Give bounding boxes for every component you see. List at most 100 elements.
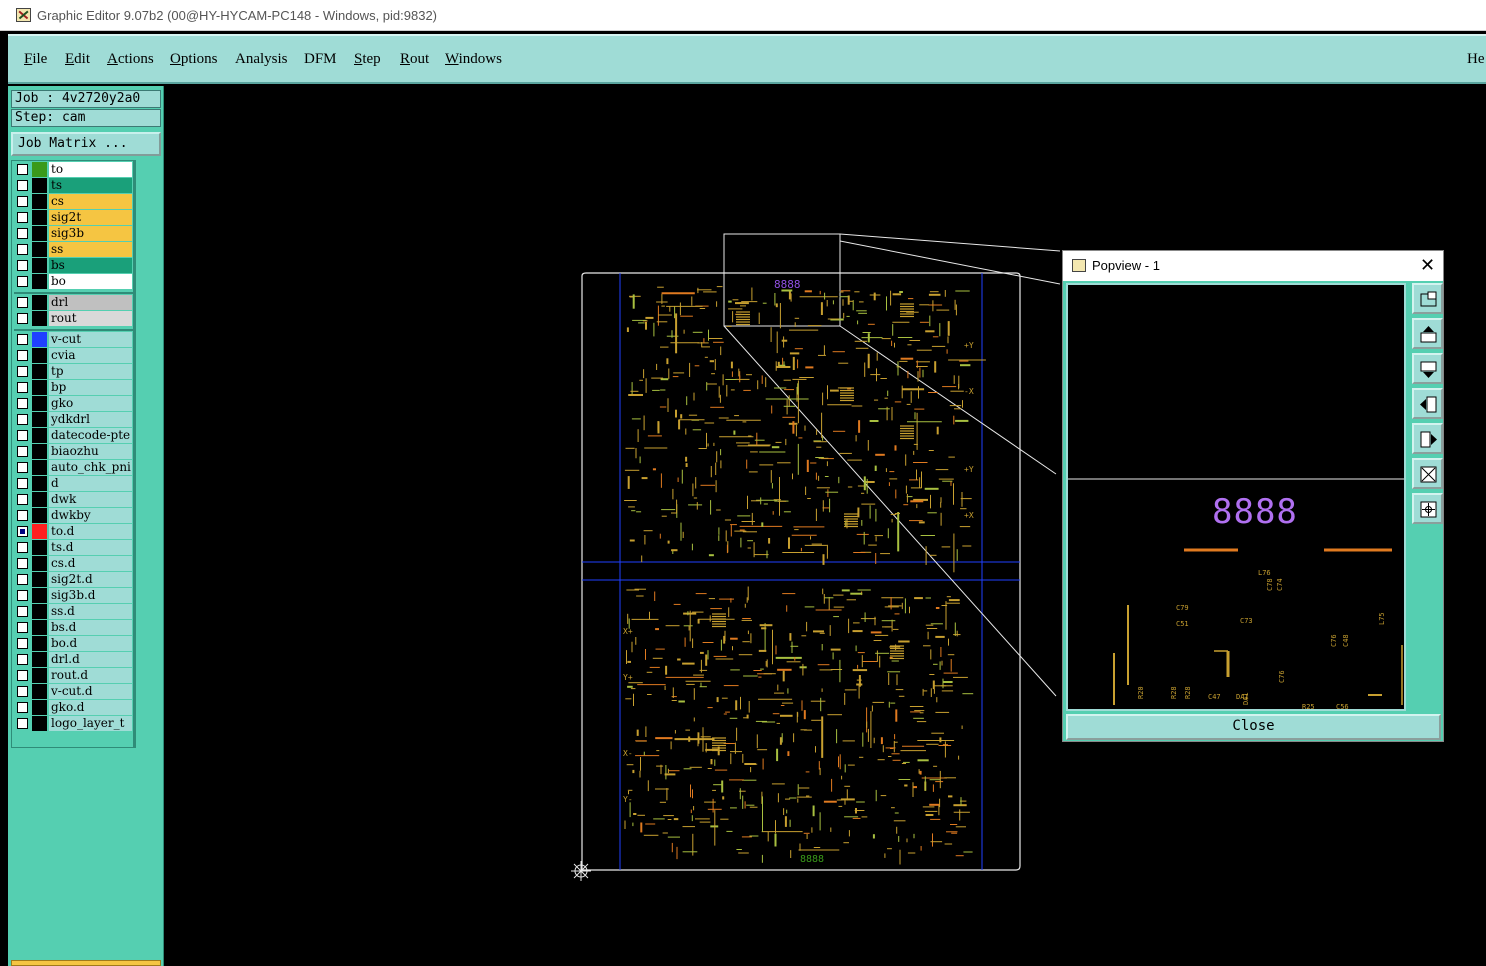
menu-step[interactable]: Step <box>354 51 381 68</box>
layer-color-swatch[interactable] <box>32 348 47 363</box>
layer-checkbox[interactable] <box>17 430 28 441</box>
layer-name[interactable]: ss <box>49 242 132 257</box>
layer-name[interactable]: sig2t.d <box>49 572 132 587</box>
layer-color-swatch[interactable] <box>32 332 47 347</box>
layer-color-swatch[interactable] <box>32 476 47 491</box>
layer-checkbox[interactable] <box>17 718 28 729</box>
layer-row[interactable]: to <box>14 162 135 177</box>
layer-name[interactable]: sig3b.d <box>49 588 132 603</box>
layer-row[interactable]: bo <box>14 274 135 289</box>
popview-close-button[interactable]: Close <box>1066 714 1441 740</box>
job-matrix-button[interactable]: Job Matrix ... <box>11 132 161 156</box>
layer-color-swatch[interactable] <box>32 258 47 273</box>
layer-row[interactable]: ts <box>14 178 135 193</box>
menu-options[interactable]: Options <box>170 51 218 68</box>
layer-row[interactable]: bo.d <box>14 636 135 651</box>
layer-checkbox[interactable] <box>17 574 28 585</box>
layer-name[interactable]: bo <box>49 274 132 289</box>
layer-row[interactable]: sig2t.d <box>14 572 135 587</box>
layer-checkbox[interactable] <box>17 398 28 409</box>
layer-row[interactable]: tp <box>14 364 135 379</box>
layer-name[interactable]: sig2t <box>49 210 132 225</box>
layer-name[interactable]: dwkby <box>49 508 132 523</box>
menu-dfm[interactable]: DFM <box>304 51 337 68</box>
layer-list[interactable]: to ts cs sig2t sig3b ss bs bo drl rout v-cut cvia tp… <box>11 160 136 748</box>
layer-color-swatch[interactable] <box>32 652 47 667</box>
layer-checkbox[interactable] <box>17 638 28 649</box>
layer-row[interactable]: bs <box>14 258 135 273</box>
layer-color-swatch[interactable] <box>32 178 47 193</box>
layer-color-swatch[interactable] <box>32 210 47 225</box>
menu-edit[interactable]: Edit <box>65 51 90 68</box>
layer-name[interactable]: cs <box>49 194 132 209</box>
layer-color-swatch[interactable] <box>32 380 47 395</box>
layer-row[interactable]: d <box>14 476 135 491</box>
layer-color-swatch[interactable] <box>32 295 47 310</box>
layer-checkbox[interactable] <box>17 686 28 697</box>
layer-checkbox[interactable] <box>17 228 28 239</box>
layer-color-swatch[interactable] <box>32 716 47 731</box>
layer-name[interactable]: biaozhu <box>49 444 132 459</box>
layer-checkbox[interactable] <box>17 244 28 255</box>
layer-color-swatch[interactable] <box>32 226 47 241</box>
layer-checkbox[interactable] <box>17 276 28 287</box>
layer-name[interactable]: rout.d <box>49 668 132 683</box>
layer-name[interactable]: v-cut.d <box>49 684 132 699</box>
layer-color-swatch[interactable] <box>32 620 47 635</box>
pan-up-button[interactable] <box>1412 318 1443 349</box>
layer-color-swatch[interactable] <box>32 460 47 475</box>
layer-name[interactable]: ydkdrl <box>49 412 132 427</box>
layer-color-swatch[interactable] <box>32 668 47 683</box>
popview-window[interactable]: Popview - 1 ✕ 8888 C78 C74 C79 C51 C73 C76 C48… <box>1062 250 1444 742</box>
layer-row[interactable]: bs.d <box>14 620 135 635</box>
layer-checkbox[interactable] <box>17 670 28 681</box>
layer-row[interactable]: auto_chk_pni <box>14 460 135 475</box>
popview-viewport[interactable]: 8888 C78 C74 C79 C51 C73 C76 C48 C76 R20 R28 R28 C4… <box>1066 283 1406 711</box>
layer-row[interactable]: v-cut <box>14 332 135 347</box>
layer-color-swatch[interactable] <box>32 162 47 177</box>
layer-color-swatch[interactable] <box>32 556 47 571</box>
layer-checkbox[interactable] <box>17 702 28 713</box>
layer-checkbox[interactable] <box>17 622 28 633</box>
layer-color-swatch[interactable] <box>32 444 47 459</box>
layer-name[interactable]: tp <box>49 364 132 379</box>
layer-row[interactable]: ydkdrl <box>14 412 135 427</box>
layer-checkbox[interactable] <box>17 526 28 537</box>
layer-checkbox[interactable] <box>17 164 28 175</box>
layer-row[interactable]: to.d <box>14 524 135 539</box>
menu-help[interactable]: He <box>1467 51 1485 68</box>
layer-row[interactable]: rout <box>14 311 135 326</box>
pan-down-button[interactable] <box>1412 353 1443 384</box>
layer-color-swatch[interactable] <box>32 412 47 427</box>
zoom-fit-button[interactable] <box>1412 458 1443 489</box>
layer-row[interactable]: v-cut.d <box>14 684 135 699</box>
layer-checkbox[interactable] <box>17 558 28 569</box>
layer-color-swatch[interactable] <box>32 242 47 257</box>
layer-color-swatch[interactable] <box>32 572 47 587</box>
layer-color-swatch[interactable] <box>32 396 47 411</box>
layer-name[interactable]: rout <box>49 311 132 326</box>
layer-row[interactable]: drl <box>14 295 135 310</box>
layer-name[interactable]: ss.d <box>49 604 132 619</box>
layer-name[interactable]: to <box>49 162 132 177</box>
layer-checkbox[interactable] <box>17 446 28 457</box>
layer-checkbox[interactable] <box>17 180 28 191</box>
layer-checkbox[interactable] <box>17 382 28 393</box>
layer-color-swatch[interactable] <box>32 311 47 326</box>
layer-name[interactable]: ts.d <box>49 540 132 555</box>
layer-color-swatch[interactable] <box>32 636 47 651</box>
layer-checkbox[interactable] <box>17 462 28 473</box>
layer-row[interactable]: sig3b.d <box>14 588 135 603</box>
layer-name[interactable]: cvia <box>49 348 132 363</box>
layer-name[interactable]: v-cut <box>49 332 132 347</box>
layer-name[interactable]: auto_chk_pni <box>49 460 132 475</box>
menu-rout[interactable]: Rout <box>400 51 429 68</box>
layer-row[interactable]: sig2t <box>14 210 135 225</box>
layer-checkbox[interactable] <box>17 350 28 361</box>
zoom-home-button[interactable] <box>1412 493 1443 524</box>
layer-row[interactable]: ss <box>14 242 135 257</box>
layer-name[interactable]: ts <box>49 178 132 193</box>
layer-name[interactable]: bs.d <box>49 620 132 635</box>
layer-row[interactable]: logo_layer_t <box>14 716 135 731</box>
window-titlebar[interactable]: Graphic Editor 9.07b2 (00@HY-HYCAM-PC148… <box>0 0 1486 31</box>
